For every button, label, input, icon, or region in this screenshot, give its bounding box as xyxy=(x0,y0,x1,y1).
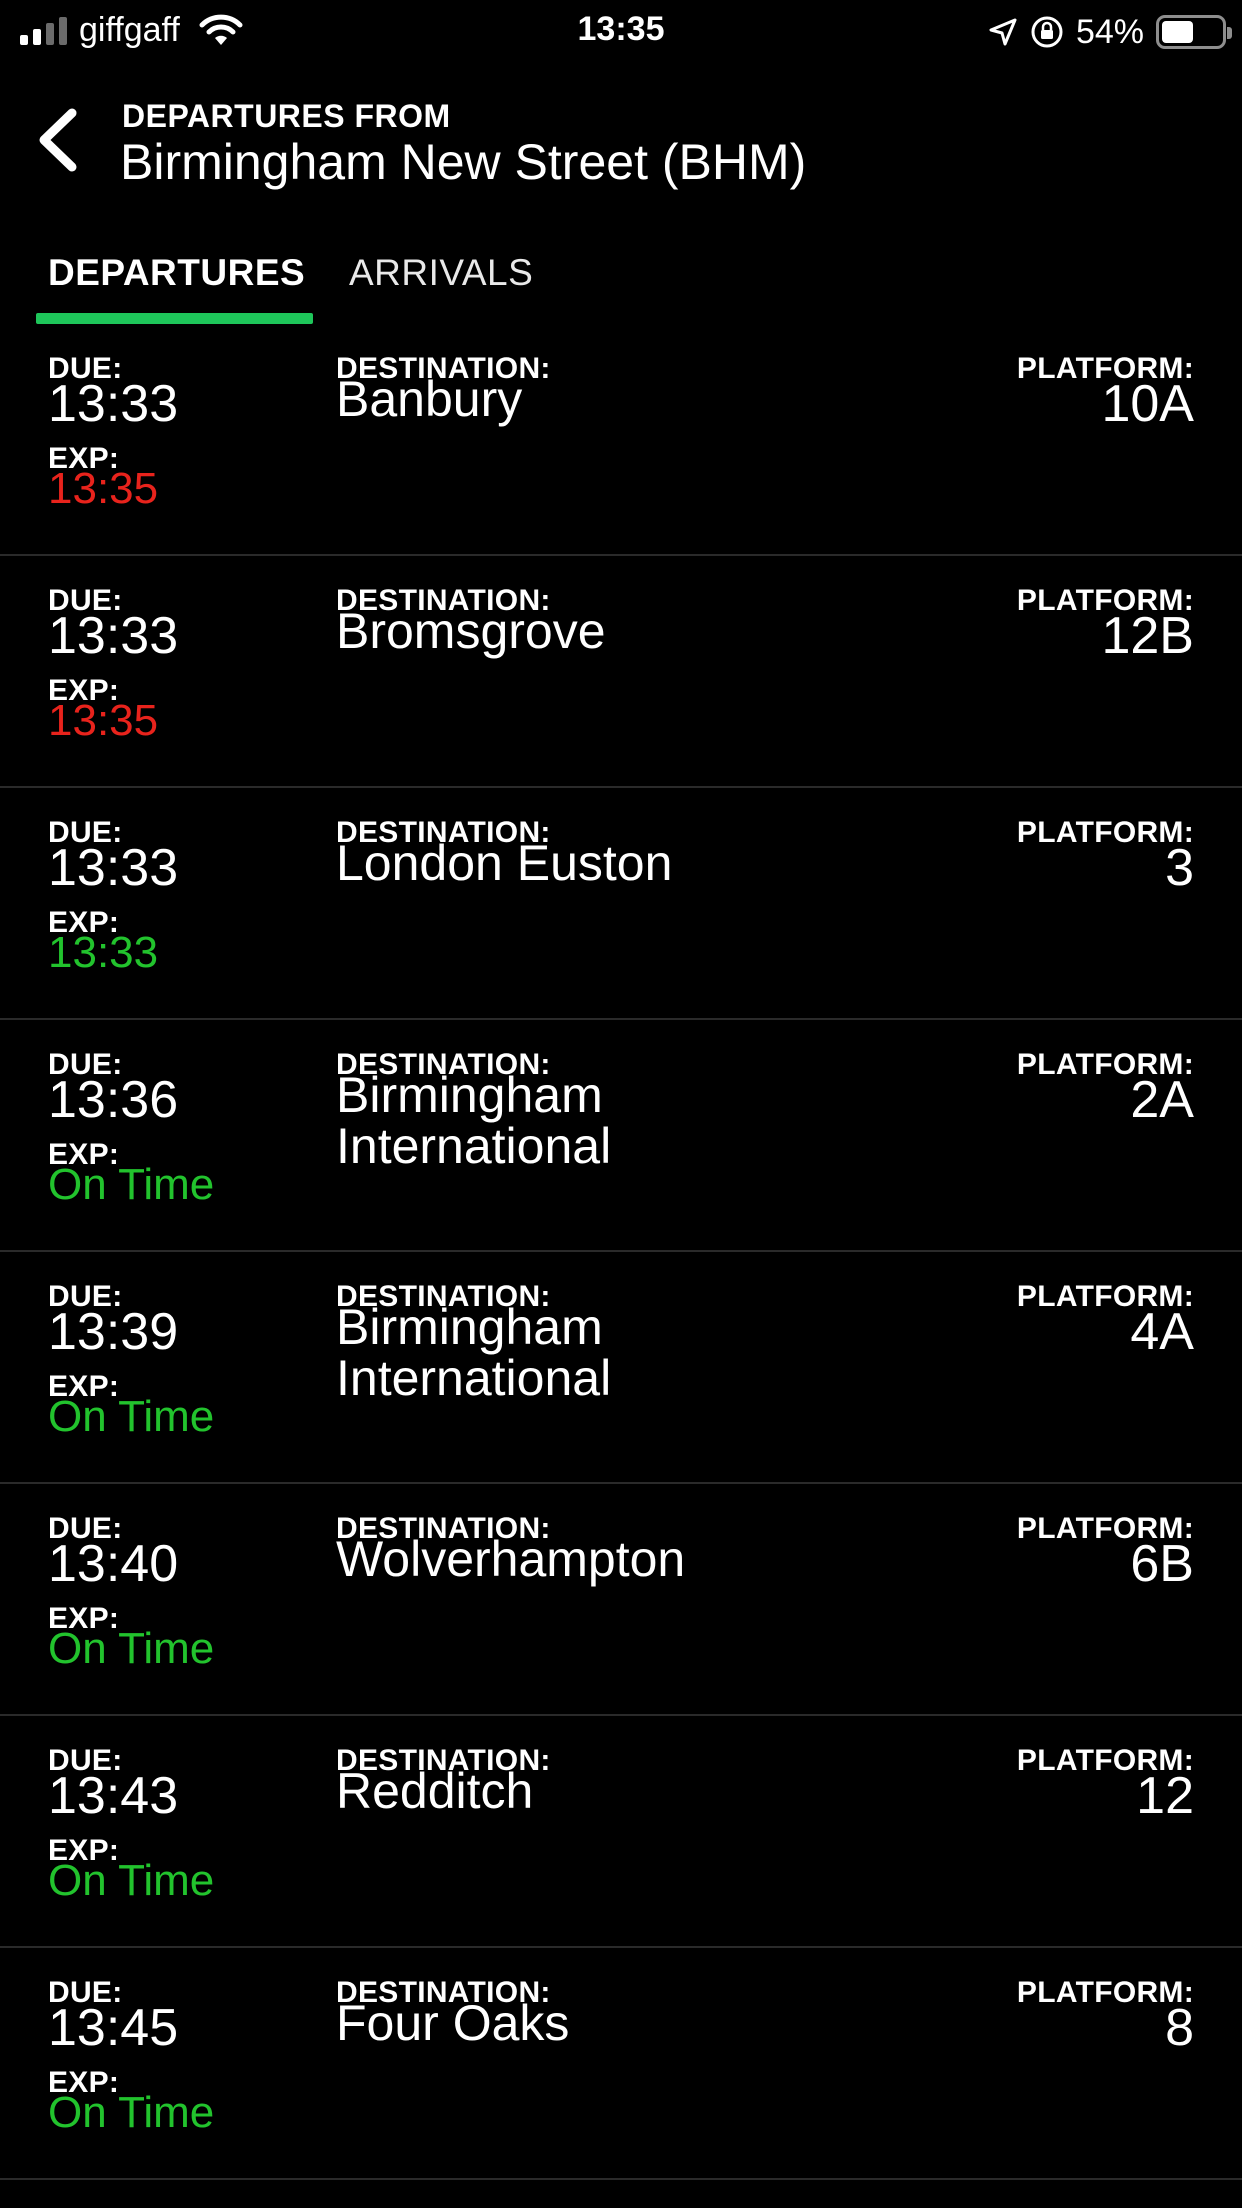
platform-number: 6B xyxy=(1130,1535,1194,1593)
expected-time: On Time xyxy=(48,2088,215,2137)
departure-row[interactable]: DUE: 13:43 EXP: On Time DESTINATION: Red… xyxy=(0,1716,1242,1948)
battery-percent: 54% xyxy=(1075,12,1144,51)
due-time: 13:33 xyxy=(48,607,179,665)
expected-time: On Time xyxy=(48,1856,215,1905)
expected-time: 13:33 xyxy=(48,928,159,977)
departures-list: DUE: 13:33 EXP: 13:35 DESTINATION: Banbu… xyxy=(0,324,1242,2180)
due-time: 13:33 xyxy=(48,839,179,897)
header-subtitle: DEPARTURES FROM xyxy=(122,98,451,134)
platform-number: 10A xyxy=(1101,375,1194,433)
destination-name: Birmingham International xyxy=(336,1067,612,1174)
platform-number: 4A xyxy=(1130,1303,1194,1361)
tab-departures[interactable]: DEPARTURES xyxy=(48,252,305,294)
due-time: 13:45 xyxy=(48,1999,179,2057)
expected-time: On Time xyxy=(48,1392,215,1441)
location-arrow-icon xyxy=(989,18,1017,46)
status-bar: giffgaff 13:35 54% xyxy=(0,0,1242,62)
expected-time: On Time xyxy=(48,1160,215,1209)
destination-name: Wolverhampton xyxy=(336,1531,686,1587)
departure-row[interactable]: DUE: 13:45 EXP: On Time DESTINATION: Fou… xyxy=(0,1948,1242,2180)
back-button[interactable] xyxy=(30,105,90,175)
destination-name: Bromsgrove xyxy=(336,603,606,659)
destination-name: London Euston xyxy=(336,835,673,891)
battery-icon xyxy=(1156,15,1232,49)
departure-row[interactable]: DUE: 13:40 EXP: On Time DESTINATION: Wol… xyxy=(0,1484,1242,1716)
orientation-lock-icon xyxy=(1031,16,1063,48)
active-tab-indicator xyxy=(36,313,313,324)
departure-row[interactable]: DUE: 13:36 EXP: On Time DESTINATION: Bir… xyxy=(0,1020,1242,1252)
platform-number: 3 xyxy=(1165,839,1194,897)
due-time: 13:39 xyxy=(48,1303,179,1361)
status-right: 54% xyxy=(988,10,1232,54)
page-title: Birmingham New Street (BHM) xyxy=(120,134,807,190)
destination-name: Redditch xyxy=(336,1763,534,1819)
platform-number: 12B xyxy=(1101,607,1194,665)
expected-time: 13:35 xyxy=(48,696,159,745)
expected-time: 13:35 xyxy=(48,464,159,513)
battery-level-fill xyxy=(1162,21,1193,43)
due-time: 13:36 xyxy=(48,1071,179,1129)
due-time: 13:33 xyxy=(48,375,179,433)
due-time: 13:40 xyxy=(48,1535,179,1593)
tab-bar: DEPARTURES ARRIVALS xyxy=(0,240,1242,324)
departure-row[interactable]: DUE: 13:39 EXP: On Time DESTINATION: Bir… xyxy=(0,1252,1242,1484)
platform-number: 2A xyxy=(1130,1071,1194,1129)
tab-arrivals[interactable]: ARRIVALS xyxy=(349,252,533,294)
destination-name: Four Oaks xyxy=(336,1995,570,2051)
platform-number: 12 xyxy=(1136,1767,1194,1825)
departure-row[interactable]: DUE: 13:33 EXP: 13:35 DESTINATION: Broms… xyxy=(0,556,1242,788)
page-header: DEPARTURES FROM Birmingham New Street (B… xyxy=(0,95,1242,195)
destination-name: Banbury xyxy=(336,371,523,427)
departure-row[interactable]: DUE: 13:33 EXP: 13:33 DESTINATION: Londo… xyxy=(0,788,1242,1020)
expected-time: On Time xyxy=(48,1624,215,1673)
destination-name: Birmingham International xyxy=(336,1299,612,1406)
departure-row[interactable]: DUE: 13:33 EXP: 13:35 DESTINATION: Banbu… xyxy=(0,324,1242,556)
due-time: 13:43 xyxy=(48,1767,179,1825)
platform-number: 8 xyxy=(1165,1999,1194,2057)
